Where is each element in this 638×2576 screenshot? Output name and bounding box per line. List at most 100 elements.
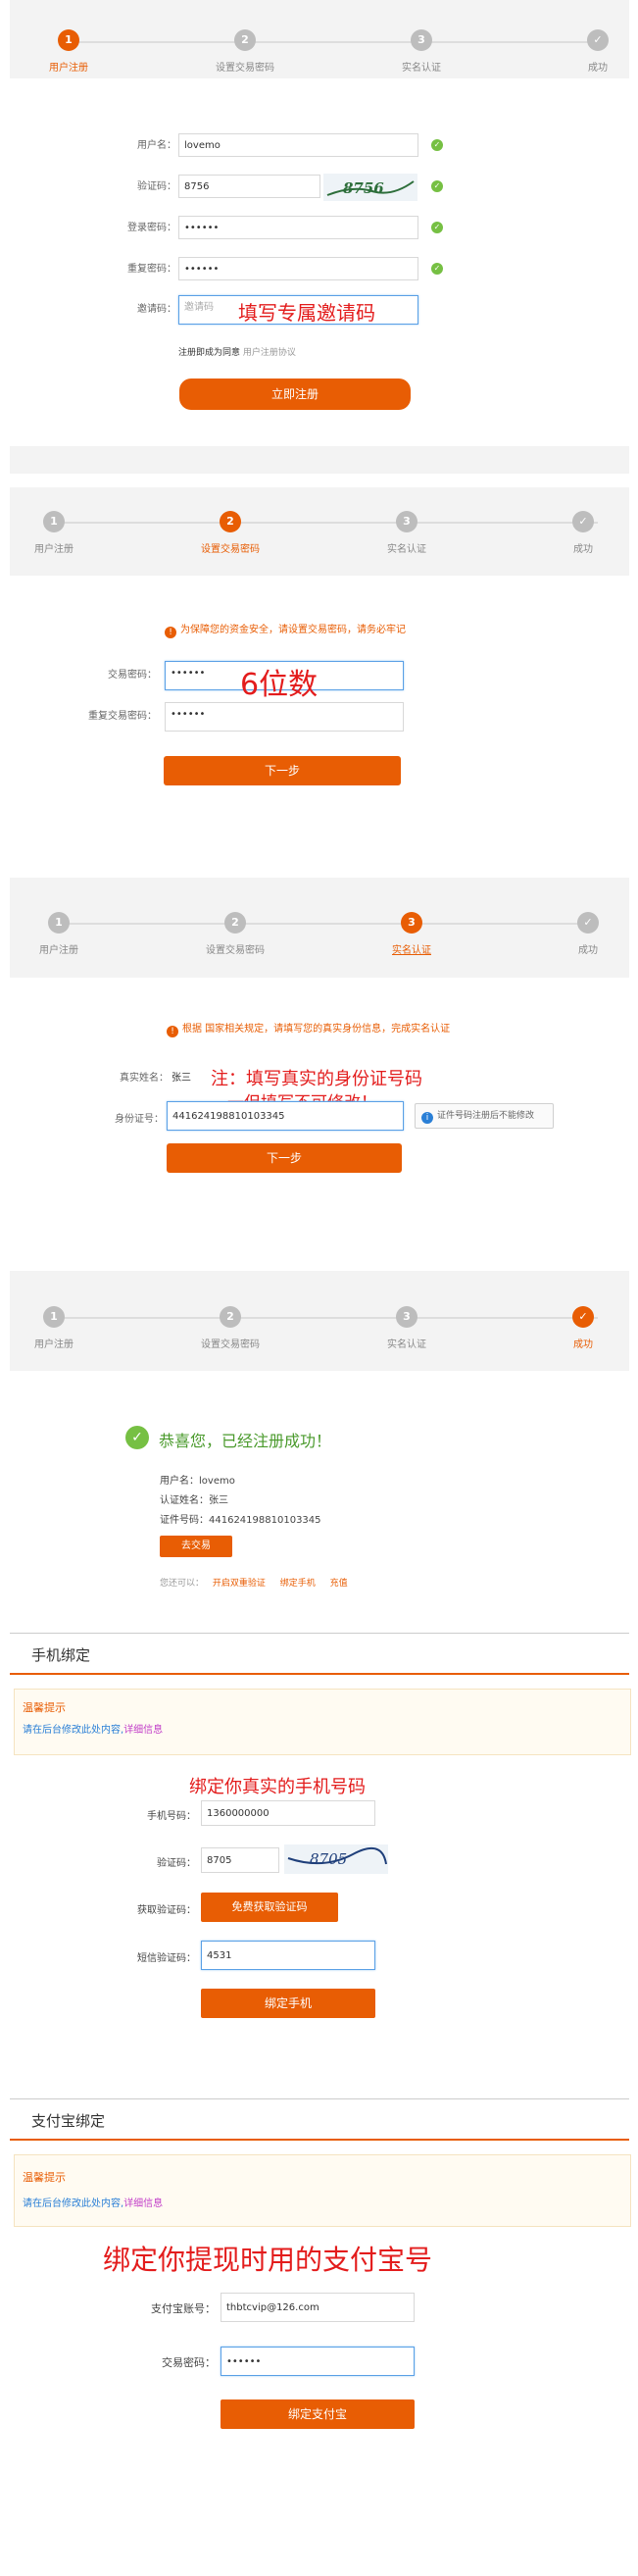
step-number: 1 xyxy=(43,511,65,532)
tip-title: 温馨提示 xyxy=(23,2171,66,2184)
agree-text: 注册即成为同意 xyxy=(178,348,241,358)
next-button[interactable]: 下一步 xyxy=(167,1143,402,1173)
steps-line xyxy=(54,1317,598,1319)
get-code-button[interactable]: 免费获取验证码 xyxy=(201,1893,338,1922)
check-icon: ✓ xyxy=(431,180,443,192)
step-label: 成功 xyxy=(573,1339,593,1350)
step-number: 1 xyxy=(58,29,79,51)
real-name-label: 真实姓名： xyxy=(120,1073,169,1084)
step-register: 1 用户注册 xyxy=(0,1306,113,1350)
tip-line: 请在后台修改此处内容,详细信息 xyxy=(23,1721,163,1736)
phone-captcha-input[interactable]: 8705 xyxy=(201,1847,279,1873)
repeat-trade-password-label: 重复交易密码： xyxy=(88,711,157,722)
step-trade-password: 2 设置交易密码 xyxy=(172,1306,289,1350)
bind-phone-button[interactable]: 绑定手机 xyxy=(201,1989,375,2018)
check-icon: ✓ xyxy=(431,263,443,275)
step-trade-password: 2 设置交易密码 xyxy=(172,511,289,555)
steps-bar-success: 1 用户注册 2 设置交易密码 3 实名认证 ✓ 成功 xyxy=(10,1271,629,1371)
success-id-number: 证件号码：441624198810103345 xyxy=(160,1515,321,1526)
tip-line: 请在后台修改此处内容,详细信息 xyxy=(23,2195,163,2209)
register-button[interactable]: 立即注册 xyxy=(179,379,411,410)
bind-alipay-button[interactable]: 绑定支付宝 xyxy=(221,2399,415,2429)
step-realname: 3 实名认证 xyxy=(348,1306,466,1350)
alipay-bind-header: 支付宝绑定 xyxy=(10,2098,629,2141)
success-check-icon: ✓ xyxy=(125,1426,149,1449)
sms-code-input[interactable]: 4531 xyxy=(201,1941,375,1970)
username-label: 用户名： xyxy=(137,140,176,151)
notice-text: 根据 国家相关规定，请填写您的真实身份信息，完成实名认证 xyxy=(182,1024,451,1035)
alipay-account-input[interactable]: thbtcvip@126.com xyxy=(221,2293,415,2322)
phone-bind-header: 手机绑定 xyxy=(10,1633,629,1675)
step-label: 用户注册 xyxy=(39,945,78,956)
id-hint: i 证件号码注册后不能修改 xyxy=(415,1103,554,1129)
step-number: 1 xyxy=(43,1306,65,1328)
sms-code-label: 短信验证码： xyxy=(137,1953,196,1964)
steps-bar-trade-password: 1 用户注册 2 设置交易密码 3 实名认证 ✓ 成功 xyxy=(10,487,629,576)
go-trade-button[interactable]: 去交易 xyxy=(160,1536,232,1557)
check-icon: ✓ xyxy=(587,29,609,51)
section-divider xyxy=(10,446,629,474)
six-digits-note: 6位数 xyxy=(240,668,319,702)
step-register: 1 用户注册 xyxy=(0,511,113,555)
tip-title: 温馨提示 xyxy=(23,1701,66,1714)
captcha-input[interactable]: 8756 xyxy=(178,175,320,198)
check-icon: ✓ xyxy=(431,222,443,233)
warning-icon: ! xyxy=(165,627,176,638)
steps-line xyxy=(59,923,598,925)
step-label: 用户注册 xyxy=(34,544,74,555)
phone-tip-box: 温馨提示 请在后台修改此处内容,详细信息 xyxy=(14,1689,631,1755)
step-realname: 3 实名认证 xyxy=(363,29,480,74)
tip-details-link[interactable]: 详细信息 xyxy=(123,1725,163,1736)
get-code-label: 获取验证码： xyxy=(137,1905,196,1916)
invite-label: 邀请码： xyxy=(137,304,176,315)
step-label: 实名认证 xyxy=(387,544,426,555)
id-number-label: 身份证号： xyxy=(115,1114,164,1125)
check-icon: ✓ xyxy=(572,511,594,532)
step-number: 1 xyxy=(48,912,70,934)
step-success: ✓ 成功 xyxy=(524,511,638,555)
phone-input[interactable]: 1360000000 xyxy=(201,1800,375,1826)
invite-note: 填写专属邀请码 xyxy=(238,301,375,325)
step-number: 3 xyxy=(396,511,417,532)
recharge-link[interactable]: 充值 xyxy=(330,1579,348,1589)
step-register: 1 用户注册 xyxy=(0,912,118,956)
captcha-image[interactable]: 8756 xyxy=(323,174,417,201)
step-trade-password: 2 设置交易密码 xyxy=(186,29,304,74)
alipay-bind-title: 支付宝绑定 xyxy=(31,2112,106,2130)
repeat-password-input[interactable]: •••••• xyxy=(178,257,418,280)
step-success: ✓ 成功 xyxy=(524,1306,638,1350)
agreement-link[interactable]: 用户注册协议 xyxy=(243,348,296,358)
alipay-trade-password-label: 交易密码： xyxy=(162,2356,216,2369)
captcha-text: 8705 xyxy=(310,1850,347,1868)
invite-placeholder: 邀请码 xyxy=(184,302,214,313)
tip-details-link[interactable]: 详细信息 xyxy=(123,2198,163,2209)
phone-captcha-label: 验证码： xyxy=(157,1858,196,1869)
step-label: 成功 xyxy=(573,544,593,555)
step-label: 实名认证 xyxy=(387,1339,426,1350)
agreement: 注册即成为同意 用户注册协议 xyxy=(178,345,296,358)
step-realname: 3 实名认证 xyxy=(353,912,470,956)
step-number: 2 xyxy=(224,912,246,934)
next-button[interactable]: 下一步 xyxy=(164,756,401,785)
step-label: 用户注册 xyxy=(49,63,88,74)
id-number-input[interactable]: 441624198810103345 xyxy=(167,1101,404,1131)
password-input[interactable]: •••••• xyxy=(178,216,418,239)
trade-password-notice: ! 为保障您的资金安全，请设置交易密码，请务必牢记 xyxy=(165,621,406,638)
two-factor-link[interactable]: 开启双重验证 xyxy=(213,1579,266,1589)
step-trade-password: 2 设置交易密码 xyxy=(176,912,294,956)
step-number: 2 xyxy=(220,511,241,532)
username-input[interactable]: lovemo xyxy=(178,133,418,157)
password-label: 登录密码： xyxy=(127,223,176,233)
tip-text: 请在后台修改此处内容, xyxy=(23,2198,124,2209)
bind-phone-link[interactable]: 绑定手机 xyxy=(280,1579,316,1589)
step-label: 设置交易密码 xyxy=(206,945,265,956)
alipay-trade-password-input[interactable]: •••••• xyxy=(221,2347,415,2376)
captcha-label: 验证码： xyxy=(137,181,176,192)
repeat-trade-password-input[interactable]: •••••• xyxy=(165,702,404,732)
captcha-image[interactable]: 8705 xyxy=(284,1844,388,1874)
step-label: 实名认证 xyxy=(392,945,431,956)
real-name-value: 张三 xyxy=(172,1073,191,1084)
phone-bind-title: 手机绑定 xyxy=(31,1646,91,1664)
success-title: 恭喜您，已经注册成功！ xyxy=(159,1432,332,1450)
step-label: 设置交易密码 xyxy=(216,63,274,74)
